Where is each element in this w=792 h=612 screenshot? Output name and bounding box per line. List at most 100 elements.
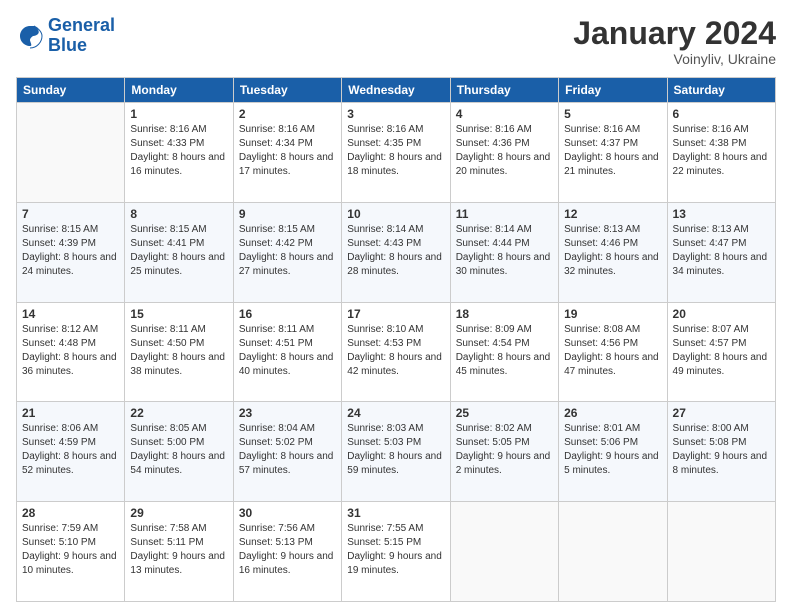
subtitle: Voinyliv, Ukraine: [573, 51, 776, 67]
day-number: 1: [130, 107, 227, 121]
day-number: 13: [673, 207, 770, 221]
calendar-cell: 18 Sunrise: 8:09 AMSunset: 4:54 PMDayligh…: [450, 302, 558, 402]
day-number: 29: [130, 506, 227, 520]
day-header-saturday: Saturday: [667, 78, 775, 103]
header: General Blue January 2024 Voinyliv, Ukra…: [16, 16, 776, 67]
day-info: Sunrise: 8:10 AMSunset: 4:53 PMDaylight:…: [347, 323, 444, 379]
day-info: Sunrise: 8:09 AMSunset: 4:54 PMDaylight:…: [456, 323, 553, 379]
calendar-cell: 25 Sunrise: 8:02 AMSunset: 5:05 PMDayligh…: [450, 402, 558, 502]
calendar-cell: 31 Sunrise: 7:55 AMSunset: 5:15 PMDayligh…: [342, 502, 450, 602]
day-header-wednesday: Wednesday: [342, 78, 450, 103]
day-number: 23: [239, 406, 336, 420]
day-number: 20: [673, 307, 770, 321]
calendar-cell: 30 Sunrise: 7:56 AMSunset: 5:13 PMDayligh…: [233, 502, 341, 602]
day-info: Sunrise: 8:16 AMSunset: 4:36 PMDaylight:…: [456, 123, 553, 179]
logo-line2: Blue: [48, 35, 87, 55]
day-info: Sunrise: 7:56 AMSunset: 5:13 PMDaylight:…: [239, 522, 336, 578]
calendar-cell: 6Sunrise: 8:16 AMSunset: 4:38 PMDaylight…: [667, 103, 775, 203]
day-info: Sunrise: 8:01 AMSunset: 5:06 PMDaylight:…: [564, 422, 661, 478]
calendar-header-row: SundayMondayTuesdayWednesdayThursdayFrid…: [17, 78, 776, 103]
day-info: Sunrise: 7:55 AMSunset: 5:15 PMDaylight:…: [347, 522, 444, 578]
day-info: Sunrise: 8:08 AMSunset: 4:56 PMDaylight:…: [564, 323, 661, 379]
day-number: 25: [456, 406, 553, 420]
calendar-cell: 5 Sunrise: 8:16 AMSunset: 4:37 PMDaylight…: [559, 103, 667, 203]
day-header-monday: Monday: [125, 78, 233, 103]
day-number: 22: [130, 406, 227, 420]
calendar-cell: 2Sunrise: 8:16 AMSunset: 4:34 PMDaylight…: [233, 103, 341, 203]
day-info: Sunrise: 8:15 AMSunset: 4:41 PMDaylight:…: [130, 223, 227, 279]
day-info: Sunrise: 8:14 AMSunset: 4:43 PMDaylight:…: [347, 223, 444, 279]
calendar-table: SundayMondayTuesdayWednesdayThursdayFrid…: [16, 77, 776, 602]
day-number: 21: [22, 406, 119, 420]
logo-text: General Blue: [48, 16, 115, 56]
calendar-week-row: 1 Sunrise: 8:16 AMSunset: 4:33 PMDaylight…: [17, 103, 776, 203]
day-number: 8: [130, 207, 227, 221]
day-number: 10: [347, 207, 444, 221]
calendar-cell: 29 Sunrise: 7:58 AMSunset: 5:11 PMDayligh…: [125, 502, 233, 602]
calendar-cell: 4 Sunrise: 8:16 AMSunset: 4:36 PMDaylight…: [450, 103, 558, 203]
day-header-sunday: Sunday: [17, 78, 125, 103]
day-info: Sunrise: 8:06 AMSunset: 4:59 PMDaylight:…: [22, 422, 119, 478]
calendar-cell: [450, 502, 558, 602]
calendar-cell: 9 Sunrise: 8:15 AMSunset: 4:42 PMDaylight…: [233, 202, 341, 302]
day-info: Sunrise: 8:02 AMSunset: 5:05 PMDaylight:…: [456, 422, 553, 478]
day-info: Sunrise: 8:15 AMSunset: 4:42 PMDaylight:…: [239, 223, 336, 279]
day-number: 4: [456, 107, 553, 121]
day-header-thursday: Thursday: [450, 78, 558, 103]
day-info: Sunrise: 7:58 AMSunset: 5:11 PMDaylight:…: [130, 522, 227, 578]
day-number: 26: [564, 406, 661, 420]
calendar-cell: [559, 502, 667, 602]
day-number: 11: [456, 207, 553, 221]
day-number: 19: [564, 307, 661, 321]
logo-icon: [16, 22, 44, 50]
day-number: 12: [564, 207, 661, 221]
calendar-cell: 17Sunrise: 8:10 AMSunset: 4:53 PMDayligh…: [342, 302, 450, 402]
day-number: 14: [22, 307, 119, 321]
day-number: 5: [564, 107, 661, 121]
calendar-cell: 19 Sunrise: 8:08 AMSunset: 4:56 PMDayligh…: [559, 302, 667, 402]
calendar-cell: 27Sunrise: 8:00 AMSunset: 5:08 PMDayligh…: [667, 402, 775, 502]
logo: General Blue: [16, 16, 115, 56]
day-info: Sunrise: 8:13 AMSunset: 4:46 PMDaylight:…: [564, 223, 661, 279]
day-number: 9: [239, 207, 336, 221]
calendar-cell: 7 Sunrise: 8:15 AMSunset: 4:39 PMDaylight…: [17, 202, 125, 302]
day-info: Sunrise: 8:05 AMSunset: 5:00 PMDaylight:…: [130, 422, 227, 478]
calendar-cell: 3 Sunrise: 8:16 AMSunset: 4:35 PMDaylight…: [342, 103, 450, 203]
day-info: Sunrise: 8:03 AMSunset: 5:03 PMDaylight:…: [347, 422, 444, 478]
day-info: Sunrise: 8:12 AMSunset: 4:48 PMDaylight:…: [22, 323, 119, 379]
calendar-cell: 12 Sunrise: 8:13 AMSunset: 4:46 PMDayligh…: [559, 202, 667, 302]
calendar-cell: 10 Sunrise: 8:14 AMSunset: 4:43 PMDayligh…: [342, 202, 450, 302]
day-info: Sunrise: 8:16 AMSunset: 4:37 PMDaylight:…: [564, 123, 661, 179]
day-number: 16: [239, 307, 336, 321]
day-info: Sunrise: 8:16 AMSunset: 4:33 PMDaylight:…: [130, 123, 227, 179]
calendar-cell: 8 Sunrise: 8:15 AMSunset: 4:41 PMDaylight…: [125, 202, 233, 302]
day-number: 18: [456, 307, 553, 321]
logo-line1: General: [48, 15, 115, 35]
calendar-cell: [17, 103, 125, 203]
day-info: Sunrise: 8:16 AMSunset: 4:35 PMDaylight:…: [347, 123, 444, 179]
calendar-cell: 13 Sunrise: 8:13 AMSunset: 4:47 PMDayligh…: [667, 202, 775, 302]
day-info: Sunrise: 8:11 AMSunset: 4:50 PMDaylight:…: [130, 323, 227, 379]
calendar-cell: 16 Sunrise: 8:11 AMSunset: 4:51 PMDayligh…: [233, 302, 341, 402]
day-info: Sunrise: 8:16 AMSunset: 4:34 PMDaylight:…: [239, 123, 336, 179]
calendar-cell: 26 Sunrise: 8:01 AMSunset: 5:06 PMDayligh…: [559, 402, 667, 502]
day-info: Sunrise: 8:13 AMSunset: 4:47 PMDaylight:…: [673, 223, 770, 279]
day-info: Sunrise: 8:07 AMSunset: 4:57 PMDaylight:…: [673, 323, 770, 379]
day-number: 3: [347, 107, 444, 121]
day-number: 31: [347, 506, 444, 520]
calendar-week-row: 28Sunrise: 7:59 AMSunset: 5:10 PMDayligh…: [17, 502, 776, 602]
day-header-friday: Friday: [559, 78, 667, 103]
calendar-week-row: 7 Sunrise: 8:15 AMSunset: 4:39 PMDaylight…: [17, 202, 776, 302]
day-info: Sunrise: 8:16 AMSunset: 4:38 PMDaylight:…: [673, 123, 770, 179]
day-info: Sunrise: 8:04 AMSunset: 5:02 PMDaylight:…: [239, 422, 336, 478]
day-number: 30: [239, 506, 336, 520]
calendar-cell: 21 Sunrise: 8:06 AMSunset: 4:59 PMDayligh…: [17, 402, 125, 502]
day-info: Sunrise: 8:15 AMSunset: 4:39 PMDaylight:…: [22, 223, 119, 279]
calendar-cell: 20 Sunrise: 8:07 AMSunset: 4:57 PMDayligh…: [667, 302, 775, 402]
day-number: 28: [22, 506, 119, 520]
day-info: Sunrise: 8:14 AMSunset: 4:44 PMDaylight:…: [456, 223, 553, 279]
day-info: Sunrise: 8:11 AMSunset: 4:51 PMDaylight:…: [239, 323, 336, 379]
day-number: 7: [22, 207, 119, 221]
calendar-cell: 1 Sunrise: 8:16 AMSunset: 4:33 PMDaylight…: [125, 103, 233, 203]
calendar-week-row: 21 Sunrise: 8:06 AMSunset: 4:59 PMDayligh…: [17, 402, 776, 502]
